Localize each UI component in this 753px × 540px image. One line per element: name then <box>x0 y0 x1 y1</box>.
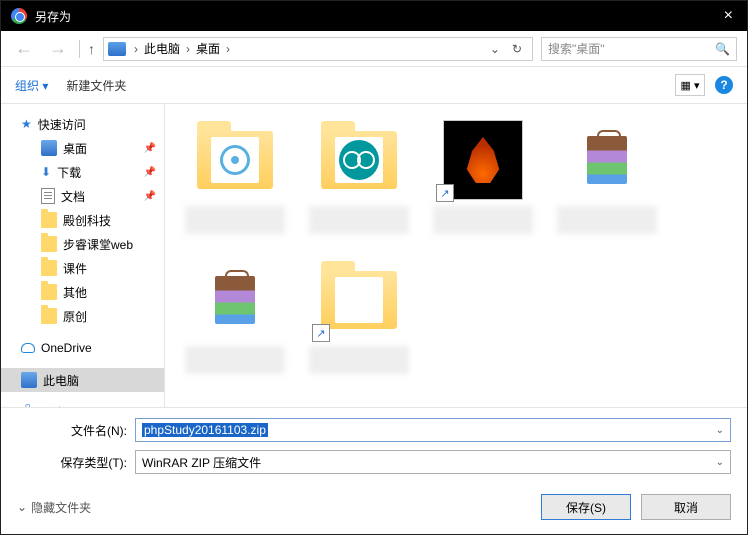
download-icon: ⬇ <box>41 165 51 179</box>
sidebar: ★快速访问 桌面📌 ⬇下载📌 文档📌 殿创科技 步睿课堂web 课件 其他 原创… <box>1 104 165 407</box>
file-item[interactable]: ↗ <box>423 114 543 244</box>
file-item[interactable] <box>175 254 295 384</box>
desktop-icon <box>41 140 57 156</box>
folder-icon <box>41 284 57 300</box>
chevron-down-icon: ⌄ <box>17 500 27 514</box>
save-as-dialog: 另存为 × ← → ↑ › 此电脑 › 桌面 › ⌄ ↻ 搜索"桌面" 🔍 组织… <box>0 0 748 535</box>
search-input[interactable]: 搜索"桌面" 🔍 <box>541 37 737 61</box>
crumb-sep: › <box>132 42 140 56</box>
search-placeholder: 搜索"桌面" <box>548 40 605 57</box>
file-list[interactable]: ↗ ↗ <box>165 104 747 407</box>
filename-label: 文件名(N): <box>17 422 127 439</box>
crumb-sep: › <box>224 42 232 56</box>
file-item[interactable] <box>175 114 295 244</box>
file-label-blurred <box>309 206 409 234</box>
file-item[interactable]: ↗ <box>299 254 419 384</box>
filetype-label: 保存类型(T): <box>17 454 127 471</box>
back-button[interactable]: ← <box>11 38 37 59</box>
rar-icon <box>587 136 627 184</box>
hide-folders-toggle[interactable]: ⌄隐藏文件夹 <box>17 499 91 516</box>
filename-section: 文件名(N): phpStudy20161103.zip ⌄ 保存类型(T): … <box>1 407 747 484</box>
onedrive-icon <box>21 343 35 353</box>
file-label-blurred <box>433 206 533 234</box>
filetype-select[interactable]: WinRAR ZIP 压缩文件 ⌄ <box>135 450 731 474</box>
pin-icon: 📌 <box>144 143 156 154</box>
file-label-blurred <box>185 346 285 374</box>
crumb-thispc[interactable]: 此电脑 <box>140 40 184 57</box>
filetype-value: WinRAR ZIP 压缩文件 <box>142 454 261 471</box>
pc-icon <box>21 372 37 388</box>
shortcut-icon: ↗ <box>436 184 454 202</box>
footer: ⌄隐藏文件夹 保存(S) 取消 <box>1 484 747 534</box>
sidebar-item-thispc[interactable]: 此电脑 <box>1 368 164 392</box>
document-icon <box>41 188 55 204</box>
file-label-blurred <box>309 346 409 374</box>
file-label-blurred <box>557 206 657 234</box>
save-button[interactable]: 保存(S) <box>541 494 631 520</box>
pin-icon: 📌 <box>144 167 156 178</box>
breadcrumb[interactable]: › 此电脑 › 桌面 › ⌄ ↻ <box>103 37 533 61</box>
folder-icon <box>41 212 57 228</box>
dialog-body: ★快速访问 桌面📌 ⬇下载📌 文档📌 殿创科技 步睿课堂web 课件 其他 原创… <box>1 103 747 407</box>
sidebar-item-desktop[interactable]: 桌面📌 <box>1 136 164 160</box>
file-label-blurred <box>185 206 285 234</box>
path-dropdown[interactable]: ⌄ <box>484 42 506 56</box>
arduino-icon <box>339 140 379 180</box>
organize-menu[interactable]: 组织 ▾ <box>15 77 48 94</box>
sidebar-item-folder[interactable]: 原创 <box>1 304 164 328</box>
titlebar: 另存为 × <box>1 1 747 31</box>
cancel-button[interactable]: 取消 <box>641 494 731 520</box>
new-folder-button[interactable]: 新建文件夹 <box>66 77 126 94</box>
view-mode-button[interactable]: ▦ ▾ <box>675 74 705 96</box>
crumb-desktop[interactable]: 桌面 <box>192 40 224 57</box>
sidebar-item-onedrive[interactable]: OneDrive <box>1 336 164 360</box>
chrome-icon <box>11 8 27 24</box>
folder-icon <box>41 236 57 252</box>
media-icon <box>220 145 250 175</box>
filename-value: phpStudy20161103.zip <box>142 423 268 437</box>
search-icon[interactable]: 🔍 <box>715 42 730 56</box>
star-icon: ★ <box>21 117 32 131</box>
forward-button[interactable]: → <box>45 38 71 59</box>
folder-icon <box>41 260 57 276</box>
crumb-sep: › <box>184 42 192 56</box>
flame-icon <box>465 137 501 183</box>
sidebar-item-folder[interactable]: 其他 <box>1 280 164 304</box>
sidebar-item-folder[interactable]: 步睿课堂web <box>1 232 164 256</box>
sidebar-item-folder[interactable]: 殿创科技 <box>1 208 164 232</box>
help-button[interactable]: ? <box>715 76 733 94</box>
pc-icon <box>108 42 126 56</box>
close-button[interactable]: × <box>720 7 737 25</box>
dialog-title: 另存为 <box>35 8 720 25</box>
refresh-button[interactable]: ↻ <box>506 42 528 56</box>
sidebar-item-folder[interactable]: 课件 <box>1 256 164 280</box>
nav-separator <box>79 40 80 58</box>
rar-icon <box>215 276 255 324</box>
navigation-row: ← → ↑ › 此电脑 › 桌面 › ⌄ ↻ 搜索"桌面" 🔍 <box>1 31 747 67</box>
sidebar-item-downloads[interactable]: ⬇下载📌 <box>1 160 164 184</box>
chevron-down-icon[interactable]: ⌄ <box>716 457 724 468</box>
file-item[interactable] <box>299 114 419 244</box>
pin-icon: 📌 <box>144 191 156 202</box>
sidebar-item-quick-access[interactable]: ★快速访问 <box>1 112 164 136</box>
file-item[interactable] <box>547 114 667 244</box>
sidebar-item-network[interactable]: 🖧网络 <box>1 400 164 407</box>
sidebar-item-documents[interactable]: 文档📌 <box>1 184 164 208</box>
toolbar: 组织 ▾ 新建文件夹 ▦ ▾ ? <box>1 67 747 103</box>
folder-icon <box>41 308 57 324</box>
up-button[interactable]: ↑ <box>88 41 95 57</box>
shortcut-icon: ↗ <box>312 324 330 342</box>
chevron-down-icon[interactable]: ⌄ <box>716 425 724 436</box>
filename-input[interactable]: phpStudy20161103.zip ⌄ <box>135 418 731 442</box>
